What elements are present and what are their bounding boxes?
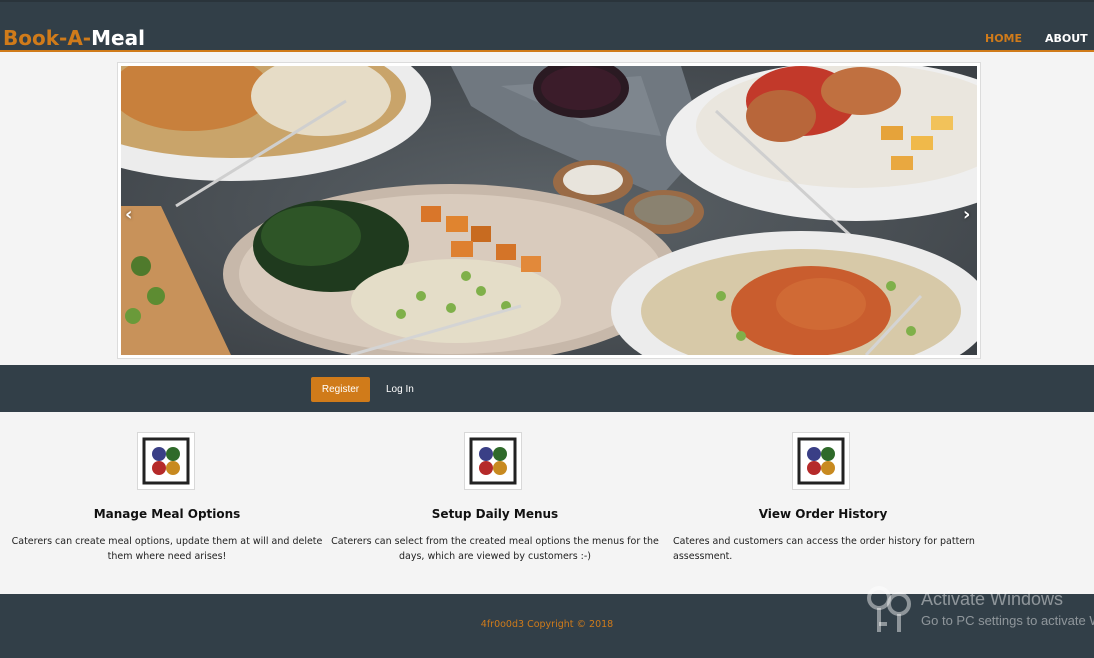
daily-menus-icon (464, 432, 522, 490)
auth-bar: Register Log In (0, 365, 1094, 412)
brand-name-part1: Book-A- (3, 26, 92, 50)
feature-description: Cateres and customers can access the ord… (673, 536, 975, 562)
key-icon (867, 586, 911, 632)
carousel-prev-arrow-icon[interactable]: ‹ (125, 205, 132, 225)
watermark-title: Activate Windows (921, 589, 1064, 609)
brand-name-part2: Meal (91, 26, 145, 50)
nav-about-link[interactable]: ABOUT (1045, 32, 1088, 46)
navbar: Book-A-Meal HOME ABOUT (0, 0, 1094, 52)
brand-logo[interactable]: Book-A-Meal (3, 26, 145, 50)
order-history-icon (792, 432, 850, 490)
watermark-subtitle: Go to PC settings to activate Windows. (921, 613, 1094, 628)
windows-activation-watermark: Activate Windows Go to PC settings to ac… (865, 582, 1094, 642)
feature-title: View Order History (758, 507, 888, 521)
meal-options-icon (137, 432, 195, 490)
feature-description: Caterers can select from the created mea… (331, 536, 659, 562)
login-link[interactable]: Log In (386, 377, 414, 402)
hero-carousel (117, 62, 981, 359)
feature-title: Manage Meal Options (93, 507, 241, 521)
carousel-next-arrow-icon[interactable]: › (963, 205, 970, 225)
hero-food-image (121, 66, 977, 355)
feature-title: Setup Daily Menus (431, 507, 559, 521)
nav-home-link[interactable]: HOME (985, 32, 1022, 46)
feature-description: Caterers can create meal options, update… (11, 536, 323, 562)
register-button[interactable]: Register (311, 377, 370, 402)
